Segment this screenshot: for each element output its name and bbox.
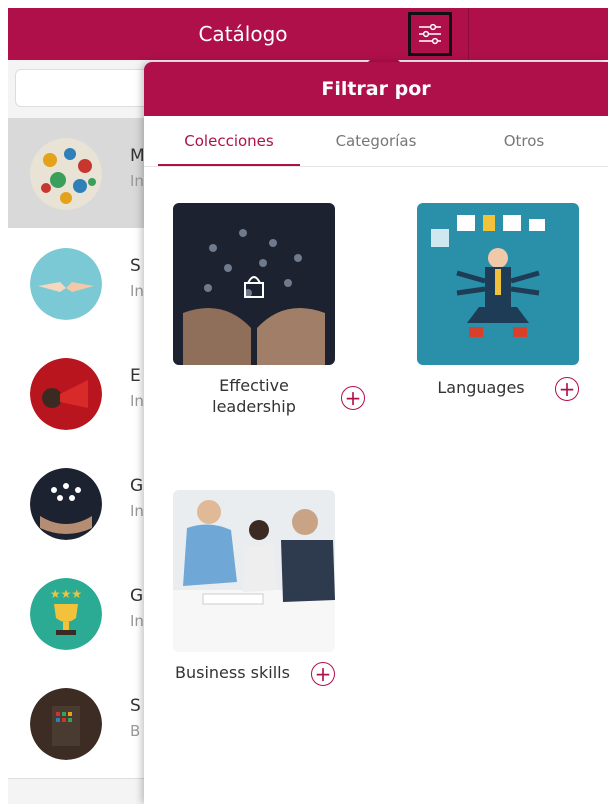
course-thumbnail-handshake [30, 248, 102, 320]
list-item-subtitle: In [130, 282, 144, 300]
course-thumbnail-megaphone [30, 358, 102, 430]
filter-panel: Filtrar por Colecciones Categorías Otros… [144, 62, 608, 804]
course-thumbnail-trophy: ★★★ [30, 578, 102, 650]
collection-thumbnail [173, 203, 335, 365]
list-item-subtitle: In [130, 392, 144, 410]
course-thumbnail-leadership [30, 468, 102, 540]
collection-card-effective-leadership[interactable]: Effective leadership + [173, 203, 365, 433]
filter-tabs: Colecciones Categorías Otros [144, 116, 608, 167]
course-thumbnail-icons [30, 138, 102, 210]
collection-label: Effective leadership [212, 376, 296, 416]
list-item-title: M [130, 146, 145, 166]
popover-caret [368, 46, 400, 62]
svg-text:★★★: ★★★ [50, 587, 82, 601]
list-item-title: S [130, 256, 141, 276]
course-thumbnail-uniform [30, 688, 102, 760]
list-item-subtitle: B [130, 722, 141, 740]
list-item-subtitle: In [130, 612, 144, 630]
list-item-title: G [130, 476, 144, 496]
list-item-subtitle: In [130, 502, 144, 520]
collection-label: Business skills [175, 663, 290, 682]
topbar-divider [468, 8, 469, 60]
top-bar: Catálogo [8, 8, 608, 60]
filter-panel-title: Filtrar por [144, 62, 608, 116]
filter-button[interactable] [408, 12, 452, 56]
collection-label: Languages [437, 378, 525, 397]
collection-thumbnail [173, 490, 335, 652]
add-collection-button[interactable]: + [311, 662, 335, 686]
tab-colecciones[interactable]: Colecciones [158, 116, 300, 166]
filter-sliders-icon [419, 23, 441, 45]
list-item-title: G [130, 586, 144, 606]
tab-categorias[interactable]: Categorías [316, 116, 436, 166]
list-item-subtitle: In [130, 172, 144, 190]
collection-card-business-skills[interactable]: Business skills + [173, 490, 373, 690]
collection-card-languages[interactable]: Languages + [417, 203, 607, 433]
list-item-title: E [130, 366, 141, 386]
add-collection-button[interactable]: + [555, 377, 579, 401]
tab-otros[interactable]: Otros [474, 116, 574, 166]
list-item-title: S [130, 696, 141, 716]
collection-thumbnail [417, 203, 579, 365]
add-collection-button[interactable]: + [341, 386, 365, 410]
